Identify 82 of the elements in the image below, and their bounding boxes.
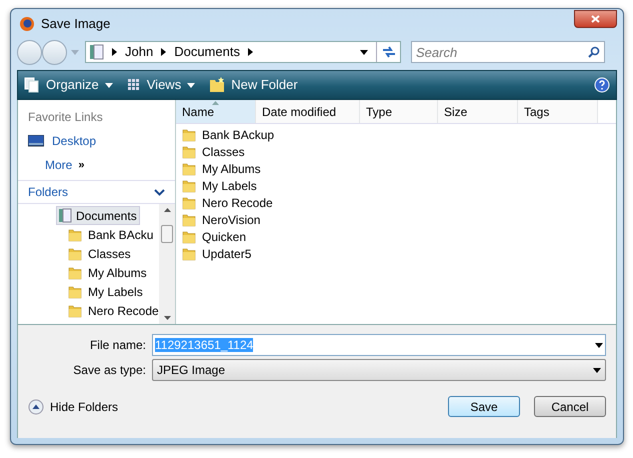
breadcrumb-item[interactable]: Documents (174, 42, 240, 62)
dialog-button[interactable]: Cancel (534, 396, 606, 417)
file-name-value: 1129213651_1124 (155, 337, 254, 354)
folder-icon (182, 178, 196, 192)
forward-button[interactable] (42, 40, 67, 64)
search-icon (588, 46, 600, 58)
help-icon[interactable] (594, 77, 610, 93)
documents-icon (59, 208, 72, 223)
caret-icon (595, 342, 603, 348)
refresh-icon (382, 46, 396, 58)
caret-icon (593, 368, 601, 372)
column-header[interactable]: Type (360, 100, 438, 123)
scroll-up-icon (164, 208, 170, 212)
favorite-link[interactable]: Desktop (28, 132, 175, 150)
new-folder-icon (209, 77, 226, 93)
chevron-down-icon (154, 188, 165, 196)
breadcrumb-arrow-icon (161, 48, 166, 56)
toolbar-button[interactable]: Views (126, 75, 196, 95)
app-icon (19, 16, 35, 32)
breadcrumb-arrow-icon (112, 48, 117, 56)
column-header[interactable]: Name (176, 100, 256, 123)
tree-item[interactable]: Nero Recode (68, 301, 159, 320)
tree-item[interactable]: Classes (68, 244, 159, 263)
collapse-up-icon (28, 398, 44, 414)
tree-item[interactable]: Bank BAcku (68, 225, 159, 244)
dialog-button[interactable]: Save (448, 396, 520, 417)
scroll-thumb[interactable] (161, 225, 173, 243)
file-item[interactable]: My Labels (182, 177, 257, 194)
field-label: Save as type: (72, 362, 146, 379)
folder-icon (182, 246, 196, 260)
search-field[interactable]: Search (411, 41, 605, 63)
folder-icon (182, 144, 196, 158)
file-item[interactable]: Nero Recode (182, 194, 273, 211)
close-button[interactable] (574, 10, 617, 28)
folder-icon (68, 304, 82, 318)
hide-folders-button[interactable]: Hide Folders (28, 398, 118, 416)
tree-item[interactable]: My Albums (68, 263, 159, 282)
folder-icon (182, 230, 196, 244)
breadcrumb-arrow-icon (248, 48, 253, 56)
folders-header[interactable]: Folders (18, 180, 175, 204)
scrollbar[interactable] (159, 204, 175, 324)
folder-icon (68, 266, 82, 280)
folder-icon (68, 284, 82, 298)
caret-icon (104, 82, 113, 88)
folder-icon (182, 196, 196, 210)
column-header[interactable]: Tags (518, 100, 598, 123)
file-item[interactable]: Bank BAckup (182, 126, 274, 143)
more-link[interactable]: More (45, 156, 72, 174)
caret-icon (71, 50, 79, 54)
window-title: Save Image (41, 14, 110, 33)
file-item[interactable]: Quicken (182, 228, 246, 245)
sort-arrow-icon (212, 101, 219, 105)
column-header[interactable]: Size (438, 100, 518, 123)
pages-icon (24, 77, 40, 93)
scroll-down-icon (164, 316, 170, 320)
folder-icon (182, 162, 196, 176)
caret-icon (360, 50, 368, 54)
file-type-dropdown[interactable]: JPEG Image (152, 359, 606, 381)
toolbar-button[interactable]: Organize (24, 75, 113, 95)
monitor-icon (28, 134, 44, 148)
breadcrumb-item[interactable]: John (125, 42, 154, 62)
close-icon (591, 14, 600, 22)
field-label: File name: (88, 337, 146, 354)
caret-icon (187, 82, 196, 88)
address-bar[interactable]: John Documents (85, 41, 401, 63)
folder-icon (68, 246, 82, 260)
more-chevron: » (78, 158, 84, 173)
column-header[interactable]: Date modified (256, 100, 360, 123)
toolbar-button[interactable]: New Folder (209, 75, 298, 95)
file-item[interactable]: My Albums (182, 160, 261, 177)
section-title: Favorite Links (28, 109, 104, 126)
file-item[interactable]: NeroVision (182, 211, 260, 228)
documents-icon (90, 44, 104, 60)
tree-item[interactable]: Documents (56, 206, 140, 225)
file-item[interactable]: Classes (182, 143, 245, 160)
tree-item[interactable]: My Labels (68, 282, 159, 301)
file-item[interactable]: Updater5 (182, 245, 252, 262)
views-icon (126, 77, 141, 93)
folder-icon (68, 228, 82, 242)
folder-icon (182, 128, 196, 142)
folder-icon (182, 212, 196, 226)
back-button[interactable] (17, 40, 42, 64)
